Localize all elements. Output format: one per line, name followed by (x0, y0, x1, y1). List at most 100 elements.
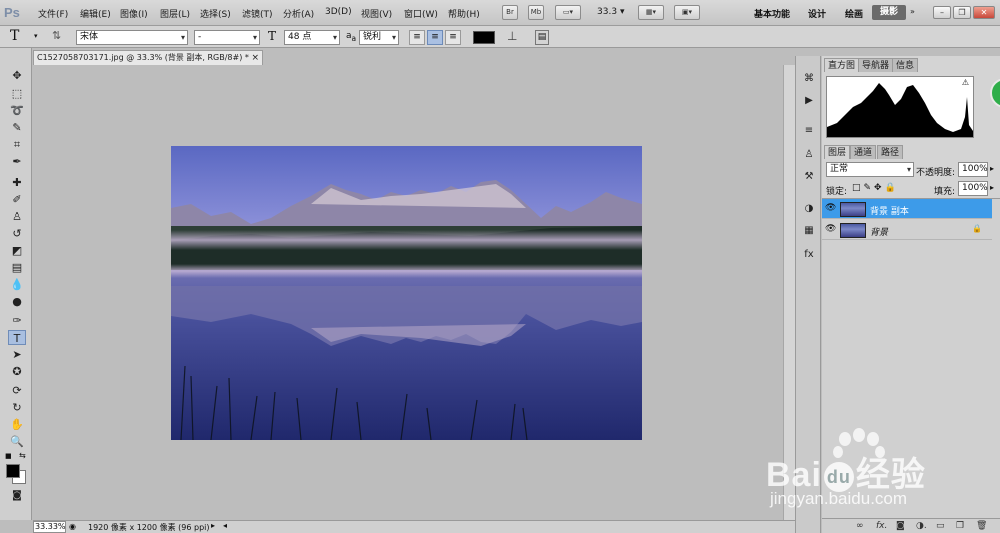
blend-mode-select[interactable]: 正常 ▾ (826, 162, 914, 177)
workspace-photography[interactable]: 摄影 (872, 5, 906, 20)
blur-tool-icon[interactable]: 💧 (8, 277, 26, 292)
close-window-button[interactable]: ✕ (973, 6, 995, 19)
menu-window[interactable]: 窗口(W) (404, 7, 438, 20)
character-panel-button[interactable]: ▤ (535, 30, 549, 45)
default-colors-icon[interactable]: ■ (5, 452, 12, 460)
color-icon[interactable]: ◑ (801, 202, 817, 216)
tab-channels[interactable]: 通道 (850, 145, 877, 159)
view-extras-button[interactable]: ▭▾ (555, 5, 581, 20)
menu-file[interactable]: 文件(F) (38, 7, 68, 20)
menu-filter[interactable]: 滤镜(T) (242, 7, 273, 20)
eraser-tool-icon[interactable]: ◩ (8, 243, 26, 258)
adjustment-icon[interactable]: ◑. (916, 521, 927, 531)
menu-help[interactable]: 帮助(H) (448, 7, 480, 20)
status-menu-arrow-icon[interactable]: ▸ (211, 521, 215, 530)
marquee-tool-icon[interactable]: ⬚ (8, 86, 26, 101)
gradient-tool-icon[interactable]: ▤ (8, 260, 26, 275)
menu-analysis[interactable]: 分析(A) (283, 7, 314, 20)
dodge-tool-icon[interactable]: ● (8, 294, 26, 309)
brush-tool-icon[interactable]: ✐ (8, 192, 26, 207)
visibility-eye-icon[interactable]: 👁 (825, 224, 836, 234)
menu-select[interactable]: 选择(S) (200, 7, 231, 20)
quick-select-tool-icon[interactable]: ✎ (8, 120, 26, 135)
status-options-icon[interactable]: ◉ (69, 522, 76, 531)
layer-name[interactable]: 背景 副本 (870, 204, 909, 217)
trash-icon[interactable]: 🗑 (976, 521, 987, 531)
status-zoom-field[interactable]: 33.33% (33, 521, 66, 533)
align-left-button[interactable]: ≡ (409, 30, 425, 45)
layer-row-background-copy[interactable]: 👁 背景 副本 (822, 199, 992, 219)
tool-presets-icon[interactable]: ⚒ (801, 170, 817, 184)
font-style-select[interactable]: - ▾ (194, 30, 260, 45)
opacity-arrow-icon[interactable]: ▸ (990, 164, 994, 173)
link-icon[interactable]: ∞ (856, 521, 864, 531)
menu-edit[interactable]: 编辑(E) (80, 7, 111, 20)
canvas-area[interactable] (33, 65, 783, 520)
lock-options-icons[interactable]: □✎✥🔒 (852, 183, 899, 193)
menu-view[interactable]: 视图(V) (361, 7, 392, 20)
zoom-tool-icon[interactable]: 🔍 (8, 434, 26, 449)
group-icon[interactable]: ▭ (936, 521, 945, 531)
preset-chevron-down-icon[interactable]: ▾ (34, 32, 38, 40)
quick-mask-icon[interactable]: ◙ (8, 488, 26, 503)
tab-info[interactable]: 信息 (892, 58, 919, 72)
foreground-color-swatch[interactable] (6, 464, 20, 478)
menu-3d[interactable]: 3D(D) (325, 7, 352, 17)
hand-tool-icon[interactable]: ✋ (8, 417, 26, 432)
font-family-select[interactable]: 宋体 ▾ (76, 30, 188, 45)
tab-layers[interactable]: 图层 (824, 145, 851, 159)
menu-image[interactable]: 图像(I) (120, 7, 148, 20)
mask-icon[interactable]: ◙ (896, 521, 905, 531)
visibility-eye-icon[interactable]: 👁 (825, 203, 836, 213)
workspace-more-icon[interactable]: » (910, 7, 915, 16)
document-tab[interactable]: C1527058703171.jpg @ 33.3% (背景 副本, RGB/8… (33, 50, 263, 65)
move-tool-icon[interactable]: ✥ (8, 68, 26, 83)
clone-source-icon[interactable]: ♙ (801, 148, 817, 162)
tab-navigator[interactable]: 导航器 (858, 58, 894, 72)
tab-paths[interactable]: 路径 (877, 145, 904, 159)
bridge-button[interactable]: Br (502, 5, 518, 20)
fill-input[interactable]: 100% (958, 181, 988, 196)
3d-orbit-tool-icon[interactable]: ↻ (8, 400, 26, 415)
lasso-tool-icon[interactable]: ➰ (8, 103, 26, 118)
workspace-painting[interactable]: 绘画 (845, 7, 863, 20)
actions-icon[interactable]: ▶ (801, 94, 817, 108)
close-document-icon[interactable]: × (251, 51, 259, 65)
pen-tool-icon[interactable]: ✑ (8, 313, 26, 328)
new-layer-icon[interactable]: ❐ (956, 521, 964, 531)
swatches-icon[interactable]: ▦ (801, 224, 817, 238)
zoom-chevron-down-icon[interactable]: ▾ (620, 7, 625, 17)
swap-colors-icon[interactable]: ⇆ (19, 451, 26, 460)
workspace-essentials[interactable]: 基本功能 (754, 7, 790, 20)
crop-tool-icon[interactable]: ⌗ (8, 137, 26, 152)
fx-icon[interactable]: fx. (876, 521, 887, 531)
shape-tool-icon[interactable]: ✪ (8, 364, 26, 379)
hscroll-left-arrow-icon[interactable]: ◂ (223, 521, 227, 530)
menu-layer[interactable]: 图层(L) (160, 7, 190, 20)
clone-stamp-tool-icon[interactable]: ♙ (8, 209, 26, 224)
styles-icon[interactable]: fx (801, 248, 817, 262)
antialias-select[interactable]: 锐利 ▾ (359, 30, 399, 45)
align-right-button[interactable]: ≡ (445, 30, 461, 45)
screen-mode-button[interactable]: ▣▾ (674, 5, 700, 20)
font-size-select[interactable]: 48 点 ▾ (284, 30, 340, 45)
text-color-swatch[interactable] (473, 31, 495, 44)
fill-arrow-icon[interactable]: ▸ (990, 183, 994, 192)
3d-rotate-tool-icon[interactable]: ⟳ (8, 383, 26, 398)
layer-row-background[interactable]: 👁 背景 🔒 (822, 220, 992, 240)
opacity-input[interactable]: 100% (958, 162, 988, 177)
text-orientation-icon[interactable]: ⇅ (52, 29, 61, 42)
history-brush-tool-icon[interactable]: ↺ (8, 226, 26, 241)
warp-text-icon[interactable]: ⊥ (507, 29, 517, 43)
brushes-icon[interactable]: ≡ (801, 124, 817, 138)
type-tool-icon[interactable]: T (8, 330, 26, 345)
align-center-button[interactable]: ≡ (427, 30, 443, 45)
minibridge-button[interactable]: Mb (528, 5, 544, 20)
zoom-level[interactable]: 33.3 (597, 7, 617, 17)
histogram-warning-icon[interactable]: ⚠ (962, 78, 969, 87)
arrange-documents-button[interactable]: ▦▾ (638, 5, 664, 20)
minimize-button[interactable]: – (933, 6, 951, 19)
eyedropper-tool-icon[interactable]: ✒ (8, 154, 26, 169)
document-image[interactable] (171, 146, 642, 440)
layer-name[interactable]: 背景 (870, 225, 888, 238)
